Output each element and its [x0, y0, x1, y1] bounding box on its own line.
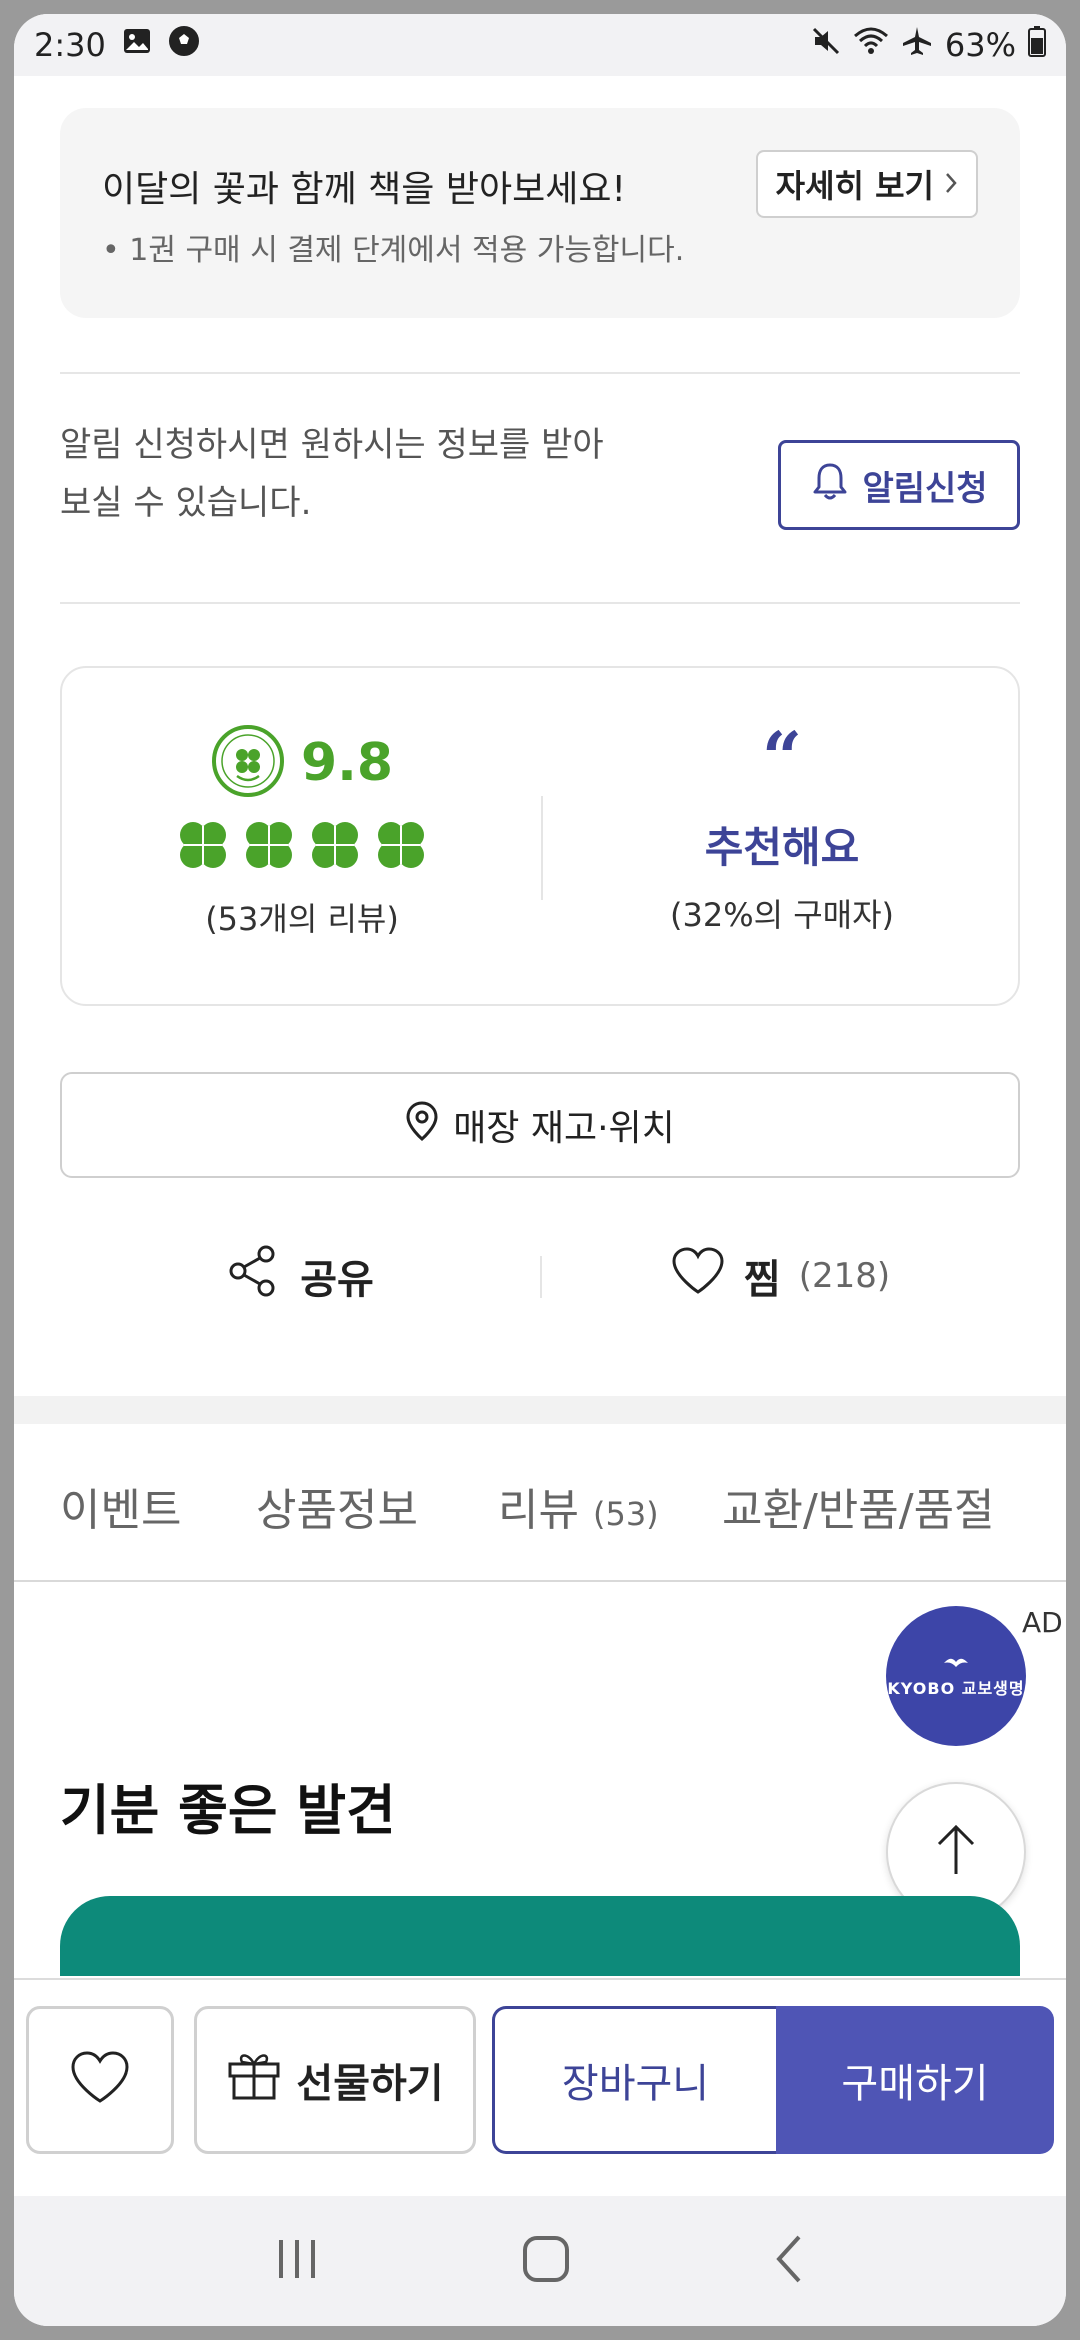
airplane-icon — [901, 25, 933, 65]
image-icon — [122, 26, 152, 64]
review-count-suffix: 개의 리뷰) — [258, 900, 399, 938]
rating-card[interactable]: 9.8 (53개의 리뷰) “ 추천해요 (32%의 구매자) — [60, 666, 1020, 1006]
heart-icon — [670, 1246, 726, 1306]
status-bar: 2:30 63% — [14, 14, 1066, 76]
chevron-right-icon — [944, 165, 958, 203]
mute-icon — [811, 26, 841, 64]
tab-review-count: (53) — [592, 1495, 659, 1533]
share-label: 공유 — [300, 1257, 374, 1303]
gift-label: 선물하기 — [296, 2061, 444, 2107]
recent-apps-icon[interactable] — [273, 2234, 321, 2288]
divider — [60, 372, 1020, 374]
share-button[interactable]: 공유 — [60, 1236, 540, 1316]
kyobo-bird-icon — [941, 1653, 971, 1675]
tab-product-info[interactable]: 상품정보 — [256, 1474, 418, 1538]
section-gap — [14, 1396, 1066, 1424]
share-wish-row: 공유 찜 (218) — [60, 1236, 1020, 1316]
clover-icon — [308, 818, 362, 876]
kyobo-ad-brand: KYOBO 교보생명 — [887, 1679, 1025, 1698]
rating-score-panel: 9.8 (53개의 리뷰) — [62, 668, 542, 1004]
store-stock-button[interactable]: 매장 재고·위치 — [60, 1072, 1020, 1178]
alarm-line-2: 보실 수 있습니다. — [60, 483, 312, 523]
ad-label: AD — [1022, 1606, 1063, 1639]
kyobo-ad-button[interactable]: KYOBO 교보생명 — [886, 1606, 1026, 1746]
wish-label: 찜 — [743, 1257, 781, 1303]
buyer-pct-value: 32% — [682, 896, 754, 934]
alarm-description: 알림 신청하시면 원하시는 정보를 받아 보실 수 있습니다. — [60, 416, 604, 532]
tab-bar: 이벤트 상품정보 리뷰 (53) 교환/반품/품절 — [14, 1424, 1066, 1582]
divider — [60, 602, 1020, 604]
promo-banner: 이달의 꽃과 함께 책을 받아보세요! • 1권 구매 시 결제 단계에서 적용… — [60, 108, 1020, 318]
section-title: 기분 좋은 발견 — [60, 1779, 396, 1842]
review-count: (53개의 리뷰) — [205, 900, 399, 938]
discovery-banner[interactable] — [60, 1896, 1020, 1976]
share-icon — [226, 1244, 280, 1308]
clover-icon — [242, 818, 296, 876]
phone-screen: 2:30 63% 이달의 꽃과 함께 책을 받아보세요! • 1권 구매 시 결… — [14, 14, 1066, 2326]
arrow-up-icon — [931, 1822, 981, 1882]
recommend-panel: “ 추천해요 (32%의 구매자) — [542, 668, 1022, 1004]
bell-icon — [810, 460, 850, 511]
detail-button[interactable]: 자세히 보기 — [755, 150, 978, 218]
review-count-number: 53 — [217, 900, 259, 938]
clover-rating — [62, 818, 542, 876]
wish-button[interactable]: 찜 (218) — [540, 1236, 1020, 1316]
wifi-icon — [853, 26, 889, 64]
back-icon[interactable] — [771, 2233, 807, 2289]
wishlist-button[interactable] — [26, 2006, 174, 2154]
buyer-pct-suffix: 의 구매자) — [753, 896, 895, 934]
soccer-ball-icon — [168, 25, 200, 65]
cart-button[interactable]: 장바구니 — [492, 2006, 776, 2154]
battery-percent: 63% — [944, 26, 1016, 64]
rating-score: 9.8 — [300, 733, 394, 793]
feel-lucky-badge-icon — [211, 724, 285, 802]
location-pin-icon — [405, 1100, 439, 1150]
gift-icon — [226, 2048, 282, 2112]
tab-exchange-return[interactable]: 교환/반품/품절 — [722, 1474, 995, 1538]
clover-icon — [374, 818, 428, 876]
alarm-line-1: 알림 신청하시면 원하시는 정보를 받아 — [60, 425, 604, 465]
clover-icon — [176, 818, 230, 876]
home-icon[interactable] — [520, 2233, 572, 2289]
wish-count: (218) — [798, 1256, 891, 1296]
tab-event-label: 이벤트 — [60, 1485, 182, 1536]
tab-event[interactable]: 이벤트 — [60, 1474, 181, 1538]
buy-button[interactable]: 구매하기 — [776, 2006, 1054, 2154]
alarm-subscribe-label: 알림신청 — [862, 468, 988, 509]
store-stock-label: 매장 재고·위치 — [453, 1108, 675, 1149]
system-nav-bar — [14, 2196, 1066, 2326]
tab-exchange-label: 교환/반품/품절 — [722, 1485, 995, 1536]
quote-icon: “ — [761, 716, 803, 799]
battery-icon — [1028, 25, 1046, 65]
status-time: 2:30 — [34, 26, 106, 64]
buyer-percentage: (32%의 구매자) — [669, 896, 895, 934]
cart-label: 장바구니 — [561, 2061, 710, 2107]
promo-note: • 1권 구매 시 결제 단계에서 적용 가능합니다. — [102, 233, 685, 268]
buy-label: 구매하기 — [841, 2061, 989, 2107]
heart-icon — [69, 2050, 131, 2110]
tab-review-label: 리뷰 — [498, 1485, 579, 1536]
tab-product-info-label: 상품정보 — [256, 1485, 418, 1536]
recommend-label: 추천해요 — [704, 823, 860, 872]
detail-button-label: 자세히 보기 — [775, 167, 934, 205]
promo-title: 이달의 꽃과 함께 책을 받아보세요! — [102, 169, 626, 210]
gift-button[interactable]: 선물하기 — [194, 2006, 476, 2154]
tab-review[interactable]: 리뷰 (53) — [498, 1474, 659, 1538]
alarm-subscribe-button[interactable]: 알림신청 — [778, 440, 1020, 530]
